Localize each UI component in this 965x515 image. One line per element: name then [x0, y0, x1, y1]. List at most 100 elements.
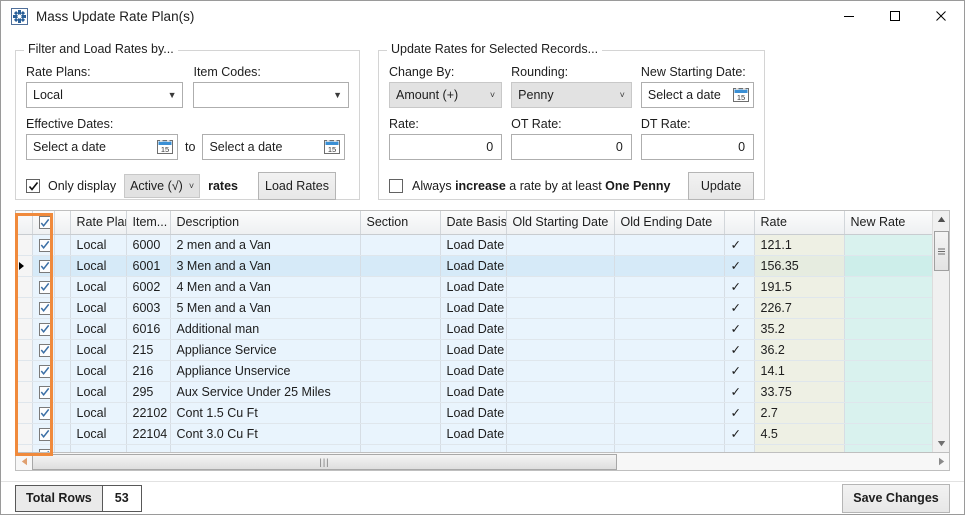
cell-item[interactable]: 22102 — [126, 402, 171, 424]
cell-old-ending-date[interactable] — [614, 381, 725, 403]
new-starting-date-input[interactable]: Select a date 15 — [640, 82, 755, 108]
cell-rate-plan[interactable]: Local — [70, 381, 127, 403]
cell-old-ending-date[interactable] — [614, 444, 725, 452]
cell-date-basis[interactable]: Load Date — [440, 318, 507, 340]
horizontal-scroll-thumb[interactable]: ||| — [32, 453, 617, 470]
cell-new-rate[interactable] — [844, 276, 947, 298]
cell-old-starting-date[interactable] — [506, 360, 615, 382]
col-header-new-rate[interactable]: New Rate — [844, 211, 947, 235]
row-select-cell[interactable] — [32, 276, 55, 298]
cell-flag[interactable]: ✓ — [724, 339, 755, 361]
item-codes-select[interactable]: ▼ — [193, 82, 349, 108]
row-select-cell[interactable] — [32, 381, 55, 403]
cell-old-ending-date[interactable] — [614, 339, 725, 361]
cell-date-basis[interactable]: Load Date — [440, 423, 507, 445]
scroll-right-icon[interactable] — [933, 454, 949, 470]
col-header-section[interactable]: Section — [360, 211, 441, 235]
table-row[interactable]: Local 22104 Cont 3.0 Cu Ft Load Date ✓ 4.5 — [16, 423, 947, 445]
cell-old-ending-date[interactable] — [614, 234, 725, 256]
minimize-icon[interactable] — [826, 1, 872, 32]
row-selector-cell[interactable] — [16, 255, 33, 277]
cell-description[interactable]: Additional man — [170, 318, 361, 340]
horizontal-scroll-track[interactable]: ||| — [32, 453, 933, 470]
cell-old-starting-date[interactable] — [506, 381, 615, 403]
rounding-select[interactable]: Penny ˅ — [511, 82, 632, 108]
ot-rate-input[interactable]: 0 — [511, 134, 632, 160]
cell-rate-plan[interactable] — [70, 444, 127, 452]
cell-old-starting-date[interactable] — [506, 234, 615, 256]
rate-plans-select[interactable]: Local ▼ — [26, 82, 184, 108]
cell-section[interactable] — [360, 444, 441, 452]
cell-item[interactable]: 216 — [126, 360, 171, 382]
maximize-icon[interactable] — [872, 1, 918, 32]
cell-rate[interactable]: 33.75 — [754, 381, 845, 403]
cell-date-basis[interactable]: Load Date — [440, 297, 507, 319]
row-select-cell[interactable] — [32, 339, 55, 361]
row-checkbox[interactable] — [38, 343, 52, 357]
row-select-cell[interactable] — [32, 234, 55, 256]
rate-input[interactable]: 0 — [389, 134, 503, 160]
cell-item[interactable] — [126, 444, 171, 452]
cell-flag[interactable]: ✓ — [724, 276, 755, 298]
cell-old-starting-date[interactable] — [506, 276, 615, 298]
cell-section[interactable] — [360, 381, 441, 403]
cell-old-ending-date[interactable] — [614, 297, 725, 319]
change-by-select[interactable]: Amount (+) ˅ — [389, 82, 503, 108]
cell-section[interactable] — [360, 276, 441, 298]
only-display-checkbox[interactable] — [26, 179, 40, 193]
cell-flag[interactable]: ✓ — [724, 360, 755, 382]
row-selector-cell[interactable] — [16, 276, 33, 298]
cell-rate-plan[interactable]: Local — [70, 402, 127, 424]
cell-rate[interactable] — [754, 444, 845, 452]
cell-date-basis[interactable]: Load Date — [440, 402, 507, 424]
cell-new-rate[interactable] — [844, 339, 947, 361]
col-header-flag[interactable] — [724, 211, 755, 235]
table-row[interactable]: Local 6016 Additional man Load Date ✓ 35.2 — [16, 318, 947, 340]
cell-date-basis[interactable]: Load Date — [440, 339, 507, 361]
table-row[interactable]: Local 6002 4 Men and a Van Load Date ✓ 191.5 — [16, 276, 947, 298]
cell-section[interactable] — [360, 234, 441, 256]
cell-flag[interactable]: ✓ — [724, 402, 755, 424]
row-selector-cell[interactable] — [16, 318, 33, 340]
cell-new-rate[interactable] — [844, 360, 947, 382]
row-checkbox[interactable] — [38, 427, 52, 441]
effective-date-from-input[interactable]: Select a date 15 — [26, 134, 178, 160]
cell-rate[interactable]: 14.1 — [754, 360, 845, 382]
cell-rate[interactable]: 121.1 — [754, 234, 845, 256]
cell-old-ending-date[interactable] — [614, 318, 725, 340]
cell-date-basis[interactable]: Load Date — [440, 255, 507, 277]
row-selector-cell[interactable] — [16, 339, 33, 361]
row-checkbox[interactable] — [38, 406, 52, 420]
cell-date-basis[interactable]: Load Date — [440, 360, 507, 382]
cell-item[interactable]: 6016 — [126, 318, 171, 340]
cell-flag[interactable]: ✓ — [724, 255, 755, 277]
table-row[interactable]: Local 22102 Cont 1.5 Cu Ft Load Date ✓ 2.7 — [16, 402, 947, 424]
table-row[interactable]: Local 216 Appliance Unservice Load Date ✓ 14.… — [16, 360, 947, 382]
status-filter-select[interactable]: Active (√) ˅ — [124, 174, 201, 198]
rates-grid[interactable]: Rate Plan Item... Description Section Da… — [15, 210, 950, 453]
row-select-cell[interactable] — [32, 402, 55, 424]
row-selector-cell[interactable] — [16, 297, 33, 319]
cell-item[interactable]: 6003 — [126, 297, 171, 319]
cell-item[interactable]: 22104 — [126, 423, 171, 445]
cell-date-basis[interactable] — [440, 444, 507, 452]
cell-rate-plan[interactable]: Local — [70, 360, 127, 382]
cell-description[interactable]: 3 Men and a Van — [170, 255, 361, 277]
row-checkbox[interactable] — [38, 322, 52, 336]
cell-flag[interactable]: ✓ — [724, 234, 755, 256]
cell-rate-plan[interactable]: Local — [70, 234, 127, 256]
cell-description[interactable]: Appliance Service — [170, 339, 361, 361]
cell-date-basis[interactable]: Load Date — [440, 276, 507, 298]
cell-section[interactable] — [360, 297, 441, 319]
row-checkbox[interactable] — [38, 259, 52, 273]
cell-old-starting-date[interactable] — [506, 402, 615, 424]
row-checkbox[interactable] — [38, 364, 52, 378]
cell-old-starting-date[interactable] — [506, 318, 615, 340]
cell-description[interactable]: Cont 3.0 Cu Ft — [170, 423, 361, 445]
cell-new-rate[interactable] — [844, 255, 947, 277]
cell-old-ending-date[interactable] — [614, 360, 725, 382]
cell-description[interactable]: Appliance Unservice — [170, 360, 361, 382]
row-checkbox[interactable] — [38, 238, 52, 252]
cell-section[interactable] — [360, 402, 441, 424]
table-row[interactable]: Local 295 Aux Service Under 25 Miles Load D… — [16, 381, 947, 403]
